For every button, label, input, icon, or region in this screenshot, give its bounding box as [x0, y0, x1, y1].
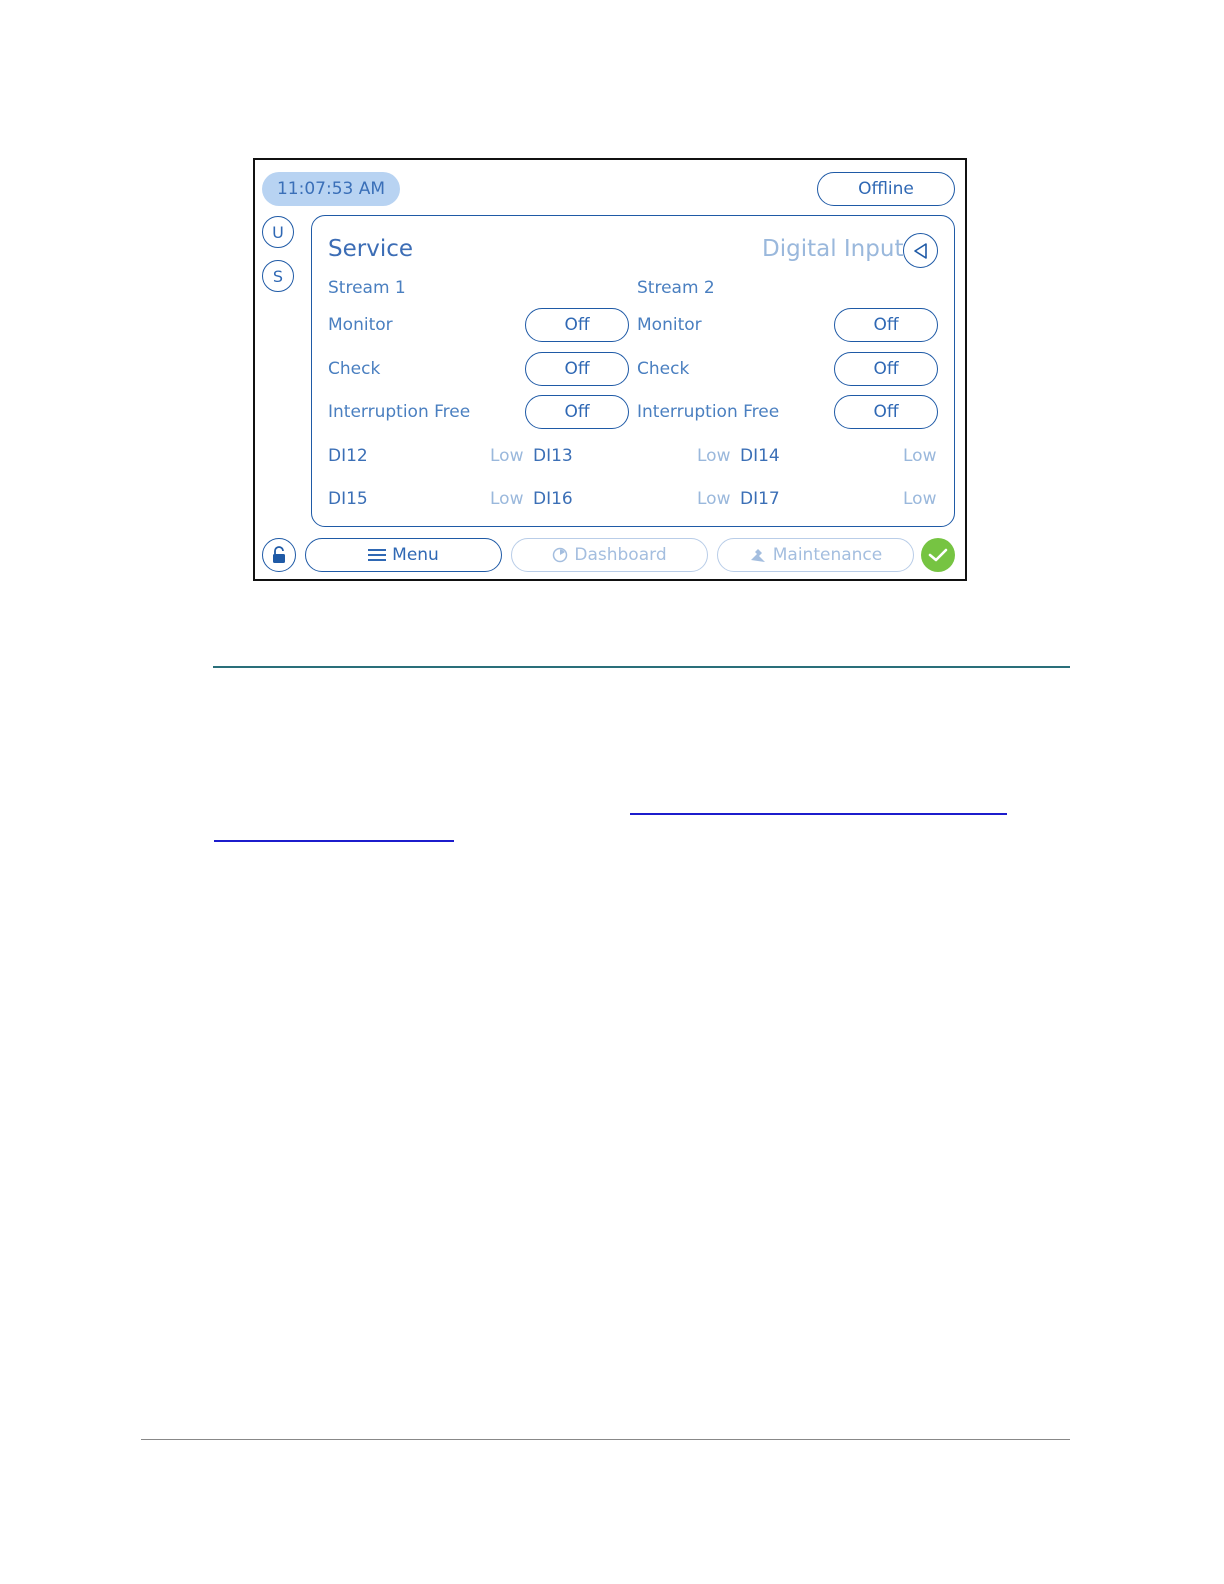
di12-label: DI12 [328, 446, 368, 466]
menu-button[interactable]: Menu [305, 538, 502, 572]
back-arrow-icon [913, 242, 927, 259]
stream1-monitor-toggle[interactable]: Off [525, 308, 629, 342]
dashboard-icon [553, 547, 568, 563]
di14-state: Low [903, 446, 937, 466]
dashboard-label: Dashboard [574, 545, 667, 565]
stream2-label: Stream 2 [637, 278, 715, 298]
user-button[interactable]: U [262, 216, 294, 248]
di13-state: Low [697, 446, 731, 466]
service-panel: Service Digital Input Stream 1 Stream 2 … [311, 215, 955, 527]
back-button[interactable] [903, 233, 938, 268]
status-ok-button[interactable] [921, 538, 955, 572]
maintenance-icon [750, 549, 765, 562]
menu-label: Menu [392, 545, 439, 565]
menu-icon [368, 549, 387, 561]
stream1-check-toggle[interactable]: Off [525, 352, 629, 386]
link-underline-continued[interactable] [214, 840, 454, 842]
di12-state: Low [490, 446, 524, 466]
clock: 11:07:53 AM [262, 172, 400, 206]
stream2-interruption-free-label: Interruption Free [637, 402, 780, 422]
maintenance-button[interactable]: Maintenance [717, 538, 914, 572]
di15-state: Low [490, 489, 524, 509]
footer-divider [141, 1439, 1070, 1440]
stream1-check-label: Check [328, 359, 381, 379]
lock-button[interactable] [262, 538, 296, 572]
stream1-label: Stream 1 [328, 278, 406, 298]
di15-label: DI15 [328, 489, 368, 509]
maintenance-label: Maintenance [772, 545, 883, 565]
stream2-check-toggle[interactable]: Off [834, 352, 938, 386]
di14-label: DI14 [740, 446, 780, 466]
dashboard-button[interactable]: Dashboard [511, 538, 708, 572]
page-subtitle: Digital Input [762, 236, 904, 262]
unlock-icon [273, 546, 285, 563]
offline-button[interactable]: Offline [817, 172, 955, 206]
stream1-interruption-free-toggle[interactable]: Off [525, 395, 629, 429]
link-underline[interactable] [630, 813, 1007, 815]
di17-label: DI17 [740, 489, 780, 509]
di16-state: Low [697, 489, 731, 509]
stream2-monitor-label: Monitor [637, 315, 702, 335]
di13-label: DI13 [533, 446, 573, 466]
stream1-interruption-free-label: Interruption Free [328, 402, 471, 422]
stream1-monitor-label: Monitor [328, 315, 393, 335]
section-divider [213, 666, 1070, 668]
stream2-check-label: Check [637, 359, 690, 379]
check-icon [928, 548, 948, 562]
di16-label: DI16 [533, 489, 573, 509]
di17-state: Low [903, 489, 937, 509]
stream2-monitor-toggle[interactable]: Off [834, 308, 938, 342]
page-title: Service [328, 236, 414, 262]
device-screen: 11:07:53 AM Offline U S Service Digital … [253, 158, 967, 581]
stream2-interruption-free-toggle[interactable]: Off [834, 395, 938, 429]
service-button[interactable]: S [262, 260, 294, 292]
